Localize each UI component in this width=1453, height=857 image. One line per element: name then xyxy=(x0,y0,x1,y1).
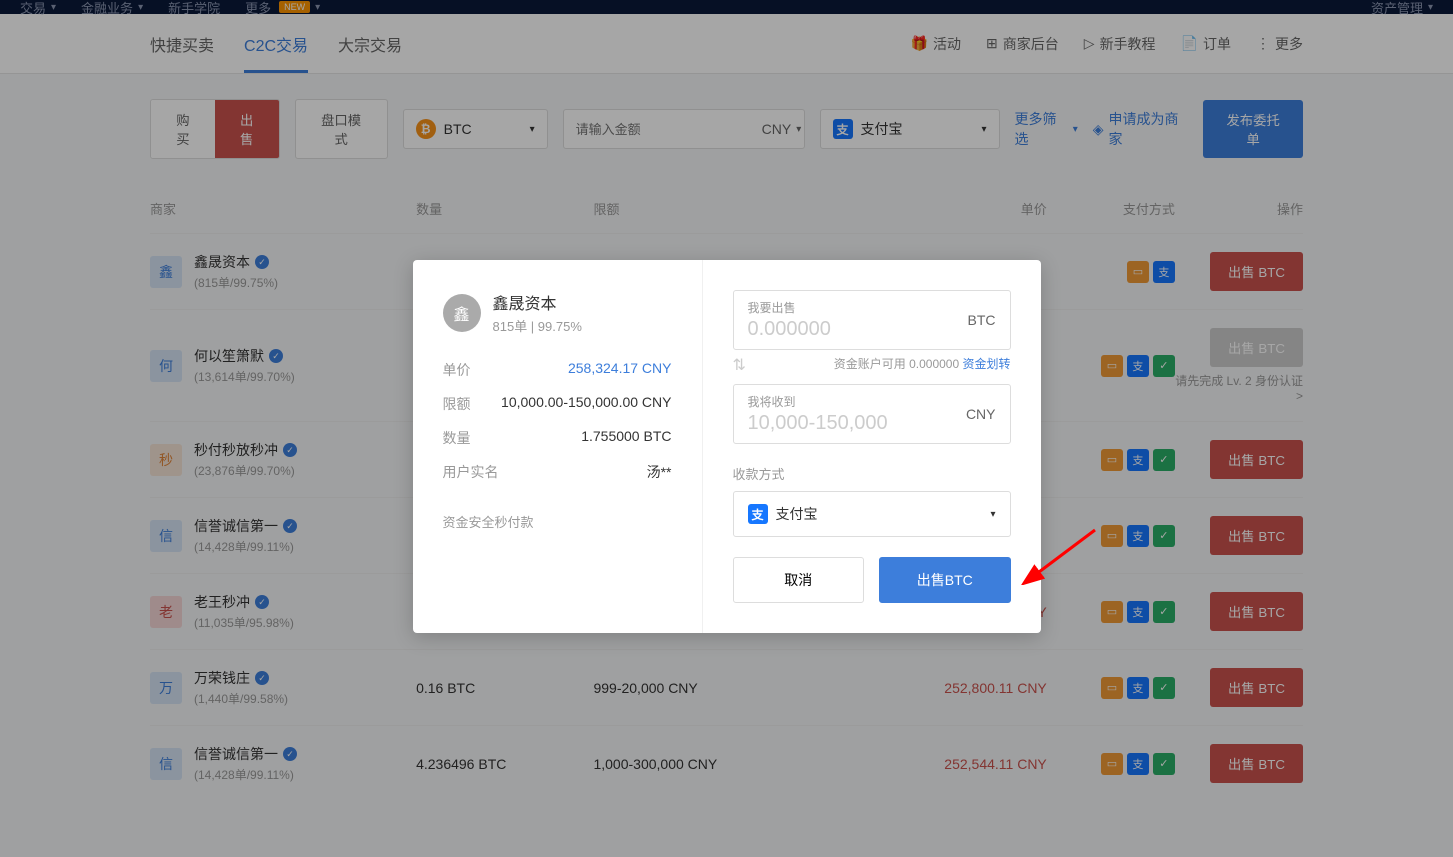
modal-avatar: 鑫 xyxy=(443,294,481,332)
payment-method-select[interactable]: 支支付宝 ▾ xyxy=(733,491,1011,537)
realname-value: 汤** xyxy=(647,462,672,482)
balance-text: 资金账户可用 0.000000 xyxy=(834,357,959,371)
qty-label: 数量 xyxy=(443,428,471,448)
modal-merchant-name: 鑫晟资本 xyxy=(493,290,582,314)
sell-placeholder: 0.000000 xyxy=(748,318,968,341)
modal-note: 资金安全秒付款 xyxy=(443,512,672,531)
limit-label: 限额 xyxy=(443,394,471,414)
modal-overlay: 鑫 鑫晟资本 815单 | 99.75% 单价 258,324.17 CNY 限额… xyxy=(0,0,1453,857)
limit-value: 10,000.00-150,000.00 CNY xyxy=(501,394,671,414)
price-label: 单价 xyxy=(443,360,471,380)
realname-label: 用户实名 xyxy=(443,462,499,482)
price-value: 258,324.17 CNY xyxy=(568,360,672,380)
qty-value: 1.755000 BTC xyxy=(581,428,671,448)
receive-unit: CNY xyxy=(966,406,996,422)
modal-merchant-stats: 815单 | 99.75% xyxy=(493,316,582,335)
sell-unit: BTC xyxy=(968,312,996,328)
alipay-icon: 支 xyxy=(748,504,768,524)
sell-label: 我要出售 xyxy=(748,299,968,316)
sell-modal: 鑫 鑫晟资本 815单 | 99.75% 单价 258,324.17 CNY 限额… xyxy=(413,260,1041,633)
payment-section-label: 收款方式 xyxy=(733,464,1011,483)
receive-label: 我将收到 xyxy=(748,393,966,410)
receive-placeholder: 10,000-150,000 xyxy=(748,412,966,435)
sell-amount-box[interactable]: 我要出售 0.000000 BTC xyxy=(733,290,1011,350)
confirm-sell-button[interactable]: 出售BTC xyxy=(879,557,1011,603)
receive-amount-box[interactable]: 我将收到 10,000-150,000 CNY xyxy=(733,384,1011,444)
chevron-down-icon: ▾ xyxy=(990,509,995,520)
balance-transfer-link[interactable]: 资金划转 xyxy=(962,357,1010,371)
cancel-button[interactable]: 取消 xyxy=(733,557,865,603)
